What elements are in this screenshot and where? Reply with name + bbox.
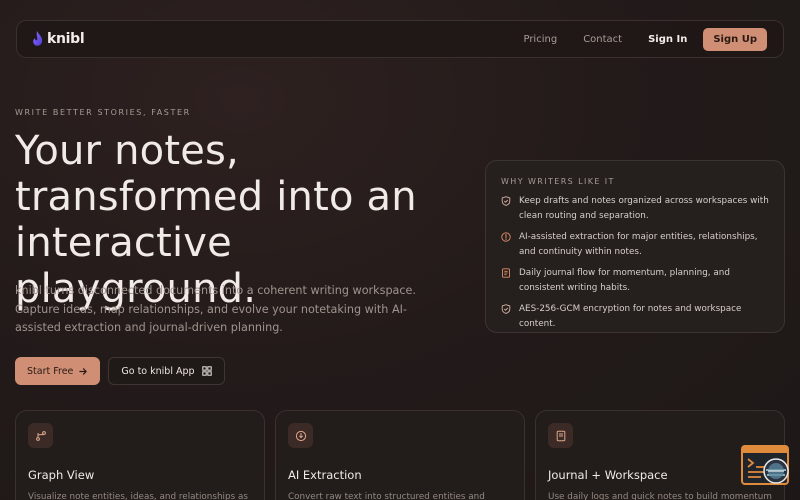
brand-name: knibl: [47, 31, 85, 47]
why-item-text: Keep drafts and notes organized across w…: [519, 196, 769, 221]
why-item-text: Daily journal flow for momentum, plannin…: [519, 268, 730, 293]
go-to-app-label: Go to knibl App: [121, 365, 195, 377]
arrow-right-icon: [79, 367, 88, 375]
brand-logo[interactable]: knibl: [31, 30, 85, 48]
feature-icon-box: [28, 423, 53, 448]
feature-desc: Convert raw text into structured entitie…: [288, 492, 485, 500]
feature-card-graph-view[interactable]: Graph View Visualize note entities, idea…: [15, 410, 265, 500]
nav-link-pricing[interactable]: Pricing: [523, 34, 557, 45]
top-nav: knibl Pricing Contact Sign In Sign Up: [16, 20, 784, 58]
go-to-app-button[interactable]: Go to knibl App: [108, 357, 225, 385]
shield-check-icon: [501, 304, 511, 314]
chat-widget-icon[interactable]: [741, 444, 791, 488]
why-item: Keep drafts and notes organized across w…: [501, 194, 769, 223]
start-free-button[interactable]: Start Free: [15, 357, 101, 385]
hero-description: knibl turns disconnected documents into …: [15, 284, 416, 334]
feature-icon-box: [288, 423, 313, 448]
feature-title: Graph View: [28, 468, 95, 482]
why-item-text: AES-256-GCM encryption for notes and wor…: [519, 304, 742, 329]
start-free-label: Start Free: [27, 365, 74, 377]
grid-icon: [201, 366, 212, 376]
nav-link-contact[interactable]: Contact: [583, 34, 622, 45]
feature-title: Journal + Workspace: [548, 468, 668, 482]
spark-circle-icon: [501, 232, 511, 242]
why-item: Daily journal flow for momentum, plannin…: [501, 266, 769, 295]
why-title: WHY WRITERS LIKE IT: [501, 177, 615, 186]
why-writers-panel: WHY WRITERS LIKE IT Keep drafts and note…: [485, 160, 785, 333]
cta-row: Start Free Go to knibl App: [15, 357, 225, 385]
nav-links: Pricing Contact Sign In Sign Up: [523, 27, 767, 51]
feature-icon-box: [548, 423, 573, 448]
feature-title: AI Extraction: [288, 468, 362, 482]
feature-card-ai-extraction[interactable]: AI Extraction Convert raw text into stru…: [275, 410, 525, 500]
branch-icon: [35, 430, 46, 441]
feature-desc: Use daily logs and quick notes to build …: [548, 492, 772, 500]
why-item-text: AI-assisted extraction for major entitie…: [519, 232, 758, 257]
why-item: AI-assisted extraction for major entitie…: [501, 230, 769, 259]
feature-desc: Visualize note entities, ideas, and rela…: [28, 492, 248, 500]
extract-icon: [295, 430, 306, 441]
sign-in-link[interactable]: Sign In: [648, 34, 687, 45]
journal-icon: [502, 268, 510, 278]
landing-page: knibl Pricing Contact Sign In Sign Up WR…: [0, 0, 800, 500]
hero-eyebrow: WRITE BETTER STORIES, FASTER: [15, 108, 191, 117]
journal-icon: [556, 430, 565, 441]
why-item: AES-256-GCM encryption for notes and wor…: [501, 302, 769, 331]
shield-check-icon: [501, 196, 511, 206]
sign-up-button[interactable]: Sign Up: [703, 27, 767, 51]
flame-logo-icon: [33, 31, 43, 46]
